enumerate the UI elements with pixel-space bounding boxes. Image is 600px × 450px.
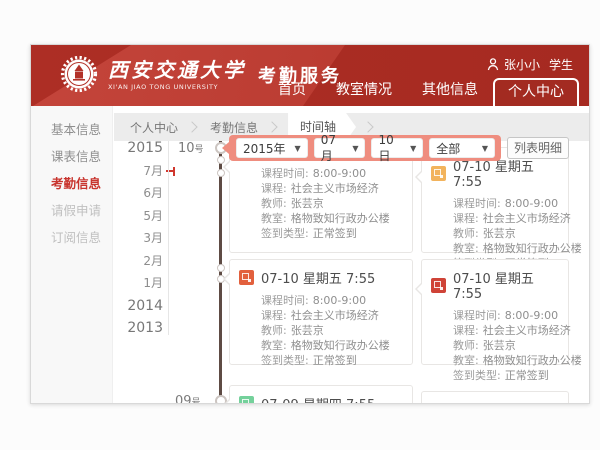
card-field: 教室:格物致知行政办公楼 <box>453 241 558 256</box>
brand-text: 西安交通大学 XI'AN JIAO TONG UNIVERSITY <box>108 58 246 91</box>
scale-month[interactable]: 6月 <box>123 182 163 205</box>
card-field: 课程:社会主义市场经济 <box>261 181 402 196</box>
type-select-value: 全部 <box>436 140 460 157</box>
card-fields: 课程时间:8:00-9:00课程:社会主义市场经济教师:张芸京教室:格物致知行政… <box>230 290 412 376</box>
attendance-card[interactable]: 07-09 星期四 7:55 <box>229 385 413 404</box>
card-field: 签到类型:正常签到 <box>261 353 402 368</box>
card-field: 教室:格物致知行政办公楼 <box>261 338 402 353</box>
card-field: 签到类型:正常签到 <box>453 368 558 383</box>
chevron-down-icon: ▼ <box>295 144 301 153</box>
card-title-text: 07-10 星期五 7:55 <box>453 268 558 302</box>
card-title-text: 07-10 星期五 7:55 <box>261 268 375 287</box>
list-detail-button[interactable]: 列表明细 <box>507 137 569 159</box>
card-title-text: 07-10 星期五 7:55 <box>453 156 558 190</box>
main-nav: 首页教室情况其他信息个人中心 <box>263 77 579 106</box>
attendance-card[interactable] <box>421 391 569 404</box>
nav-item-link[interactable]: 教室情况 <box>321 77 407 103</box>
sidebar-item[interactable]: 课表信息 <box>31 143 112 170</box>
card-title: 07-09 星期四 7:55 <box>230 386 412 404</box>
card-field: 教师:张芸京 <box>453 338 558 353</box>
current-month-tick <box>173 167 175 176</box>
chevron-down-icon: ▼ <box>352 144 358 153</box>
scale-month[interactable]: 1月 <box>123 272 163 295</box>
scale-month[interactable]: 3月 <box>123 227 163 250</box>
nav-item-link[interactable]: 其他信息 <box>407 77 493 103</box>
timeline-axis <box>219 141 222 403</box>
card-field: 课程时间:8:00-9:00 <box>261 293 402 308</box>
attendance-card[interactable]: 07-10 星期五 7:55 课程时间:8:00-9:00课程:社会主义市场经济教… <box>421 259 569 365</box>
day-select-value: 10日 <box>378 133 405 164</box>
card-title: 07-10 星期五 7:55 <box>230 260 412 290</box>
sidebar-item[interactable]: 考勤信息 <box>31 170 112 197</box>
scale-month[interactable]: 2月 <box>123 250 163 273</box>
attendance-stamp-icon <box>431 166 446 181</box>
chevron-right-icon <box>362 121 373 132</box>
person-icon <box>487 58 499 71</box>
app-window: 西安交通大学 XI'AN JIAO TONG UNIVERSITY 考勤服务 张… <box>30 44 590 404</box>
scale-month[interactable]: 7月 <box>123 160 163 183</box>
sidebar: 基本信息课表信息考勤信息请假申请订阅信息 <box>31 106 113 403</box>
chevron-down-icon: ▼ <box>410 144 416 153</box>
sidebar-item[interactable]: 请假申请 <box>31 197 112 224</box>
header: 西安交通大学 XI'AN JIAO TONG UNIVERSITY 考勤服务 张… <box>31 45 589 106</box>
attendance-stamp-icon <box>239 270 254 285</box>
timeline-scale: 20157月6月5月3月2月1月20142013 <box>123 137 163 340</box>
sidebar-item[interactable]: 基本信息 <box>31 116 112 143</box>
year-select[interactable]: 2015年 ▼ <box>236 138 308 158</box>
card-field: 课程:社会主义市场经济 <box>453 323 558 338</box>
year-select-value: 2015年 <box>243 140 286 157</box>
breadcrumb-item[interactable]: 个人中心 <box>128 119 180 136</box>
chevron-right-icon <box>186 121 197 132</box>
university-name-en: XI'AN JIAO TONG UNIVERSITY <box>108 83 246 91</box>
card-field: 课程:社会主义市场经济 <box>453 211 558 226</box>
user-role: 学生 <box>549 56 573 73</box>
card-fields: 课程时间:8:00-9:00课程:社会主义市场经济教师:张芸京教室:格物致知行政… <box>422 305 568 391</box>
sidebar-item[interactable]: 订阅信息 <box>31 224 112 251</box>
card-title-text: 07-09 星期四 7:55 <box>261 394 375 404</box>
scale-month[interactable]: 5月 <box>123 205 163 228</box>
attendance-card[interactable]: 07-10 星期五 7:55 课程时间:8:00-9:00课程:社会主义市场经济教… <box>229 259 413 365</box>
scale-year[interactable]: 2015 <box>123 137 163 160</box>
attendance-stamp-icon <box>431 278 446 293</box>
type-select[interactable]: 全部 ▼ <box>429 138 495 158</box>
card-field: 教室:格物致知行政办公楼 <box>261 211 402 226</box>
card-field: 签到类型:正常签到 <box>261 226 402 241</box>
card-field: 教师:张芸京 <box>261 323 402 338</box>
card-field: 课程:社会主义市场经济 <box>261 308 402 323</box>
day-select[interactable]: 10日▼ <box>371 138 423 158</box>
nav-item-active[interactable]: 个人中心 <box>493 78 579 106</box>
attendance-card[interactable]: 07-10 星期五 7:55 课程时间:8:00-9:00课程:社会主义市场经济教… <box>421 147 569 253</box>
card-title: 07-10 星期五 7:55 <box>422 260 568 305</box>
day-label: 10号 <box>178 141 204 156</box>
card-field: 教师:张芸京 <box>453 226 558 241</box>
card-field: 教师:张芸京 <box>261 196 402 211</box>
nav-item-link[interactable]: 首页 <box>263 77 321 103</box>
timeline-node <box>217 264 225 272</box>
card-field: 课程时间:8:00-9:00 <box>261 166 402 181</box>
day-label: 09号 <box>175 394 201 404</box>
chevron-down-icon: ▼ <box>482 144 488 153</box>
attendance-stamp-icon <box>239 396 254 404</box>
university-name-cn: 西安交通大学 <box>108 58 246 82</box>
card-field: 课程时间:8:00-9:00 <box>453 308 558 323</box>
scale-year[interactable]: 2014 <box>123 295 163 318</box>
month-select[interactable]: 07月▼ <box>314 138 366 158</box>
chevron-right-icon <box>266 121 277 132</box>
breadcrumb-item[interactable]: 考勤信息 <box>208 119 260 136</box>
scale-year[interactable]: 2013 <box>123 317 163 340</box>
date-filter-bar: 2015年▼07月▼10日▼全部▼ <box>229 135 501 161</box>
user-name: 张小小 <box>504 56 540 73</box>
user-info[interactable]: 张小小 学生 <box>487 56 573 73</box>
card-field: 教室:格物致知行政办公楼 <box>453 353 558 368</box>
university-logo-icon <box>59 54 99 94</box>
card-field: 课程时间:8:00-9:00 <box>453 196 558 211</box>
scale-divider <box>168 141 169 335</box>
month-select-value: 07月 <box>321 133 348 164</box>
